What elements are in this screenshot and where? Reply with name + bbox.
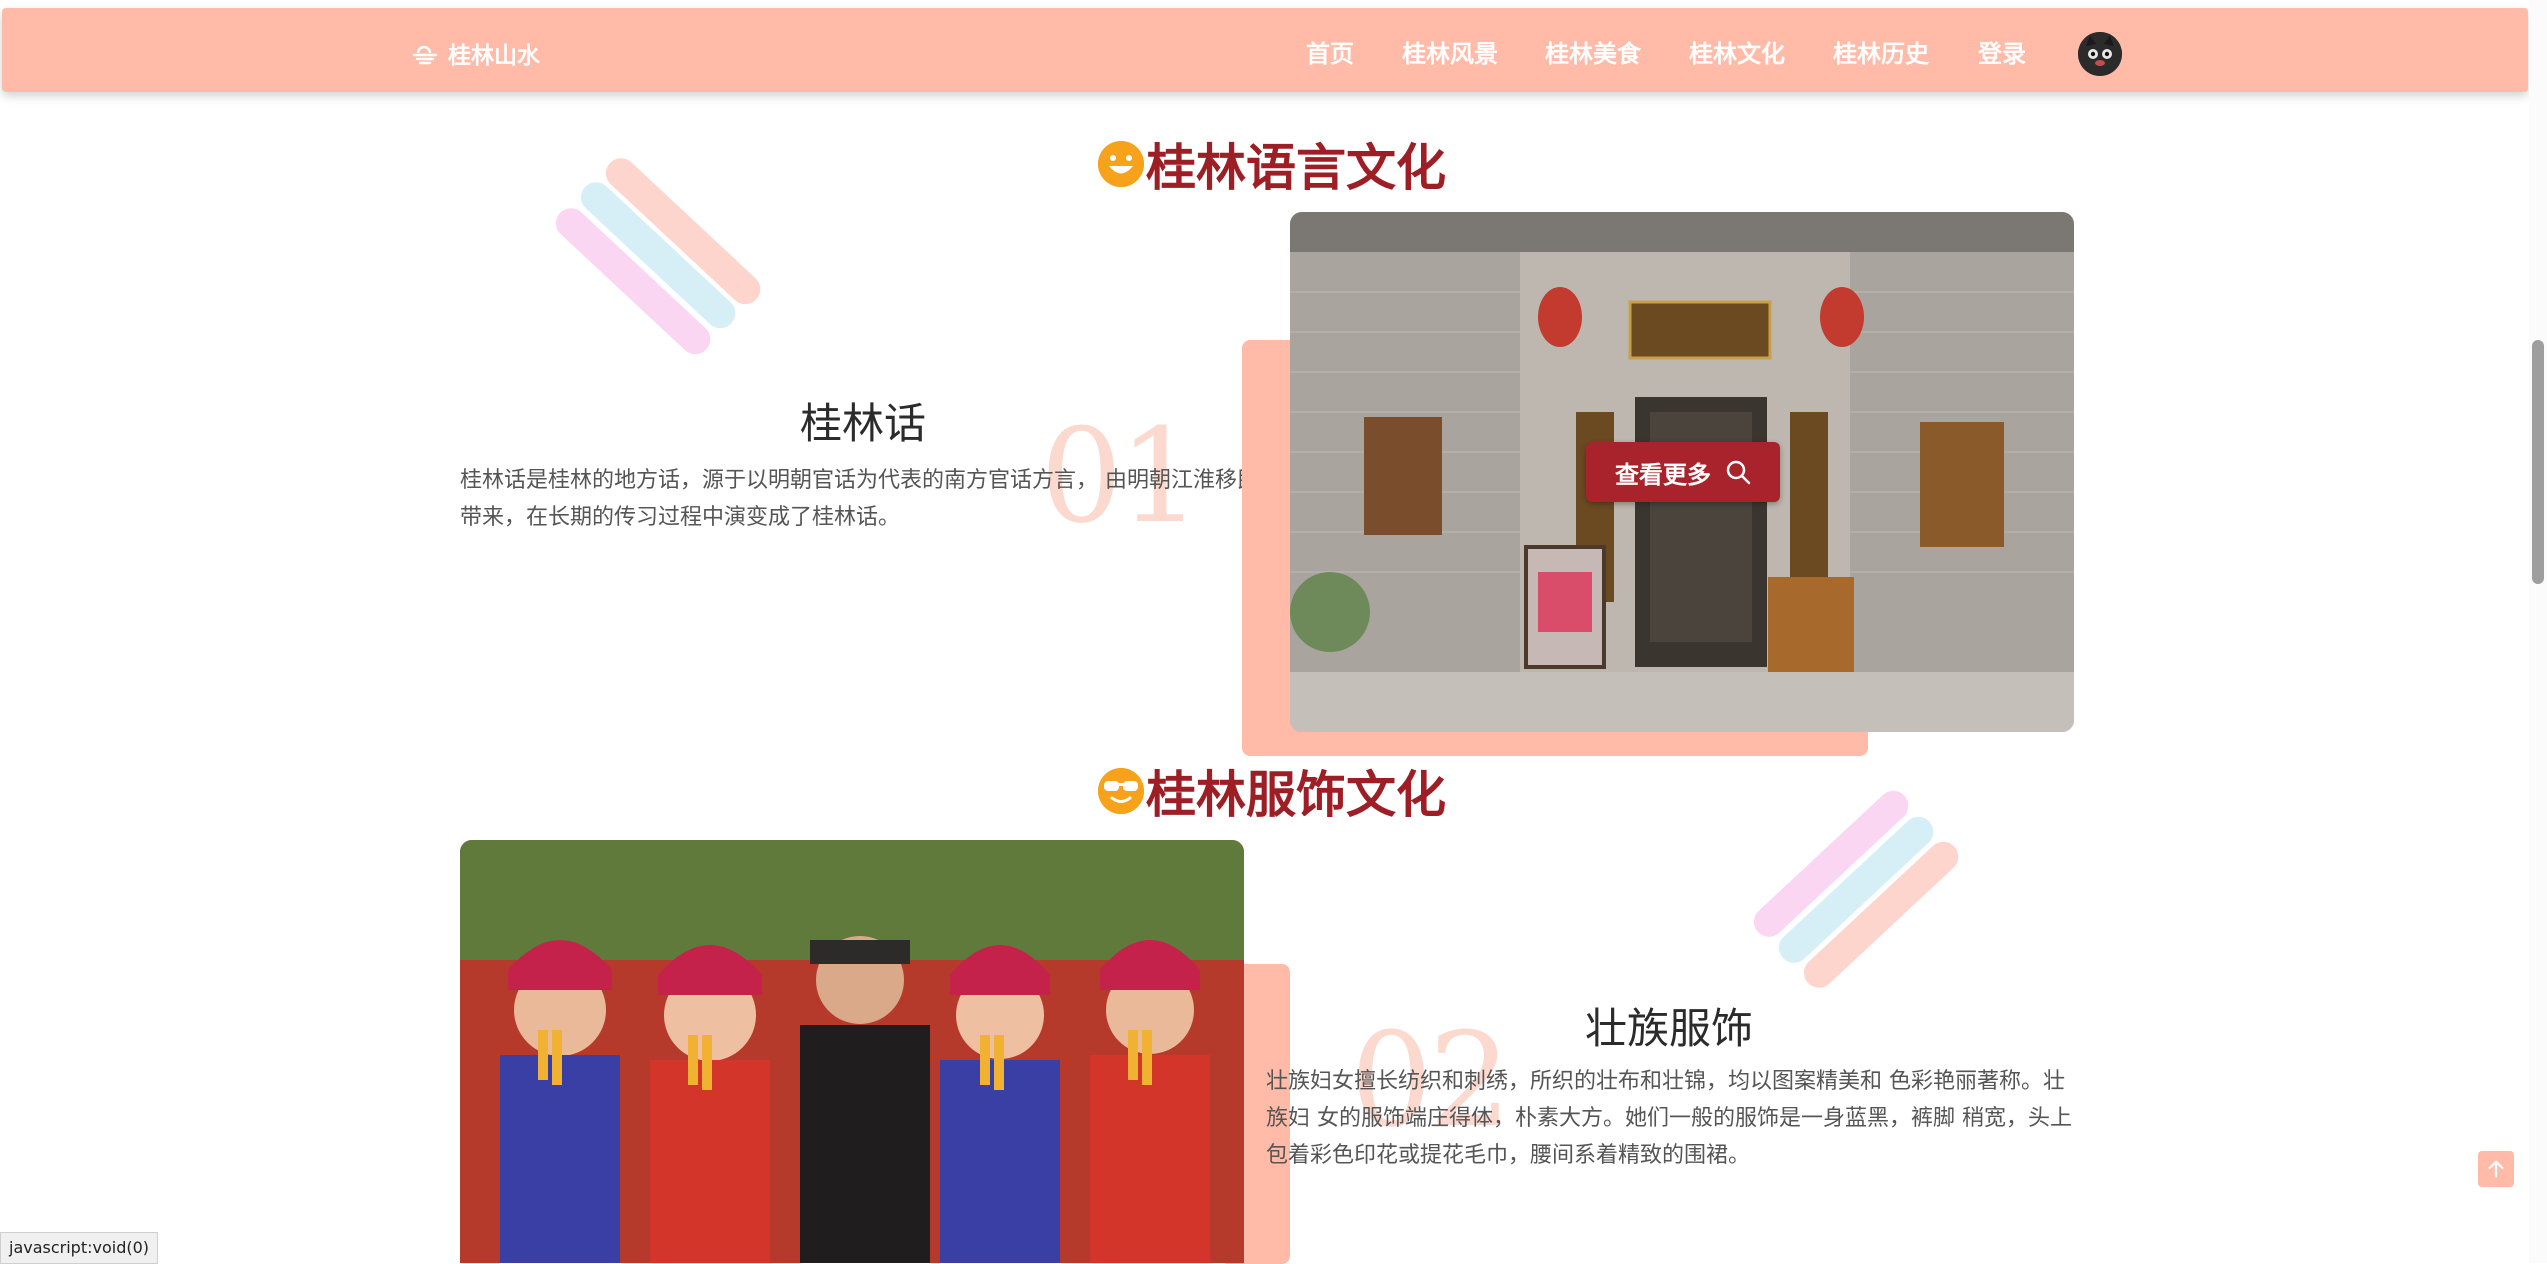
section-title-clothing: 桂林服饰文化 bbox=[1098, 755, 1446, 827]
cloud-sun-icon bbox=[412, 45, 438, 65]
site-logo[interactable]: 桂林山水 bbox=[412, 36, 540, 70]
smiling-face-icon bbox=[1098, 141, 1144, 187]
nav-login[interactable]: 登录 bbox=[1978, 34, 2026, 69]
cat-avatar-icon bbox=[2078, 32, 2122, 76]
view-more-label: 查看更多 bbox=[1615, 460, 1711, 489]
item-heading: 桂林话 bbox=[800, 399, 927, 448]
arrow-up-icon bbox=[2488, 1160, 2504, 1178]
section-title-language: 桂林语言文化 bbox=[1098, 128, 1446, 200]
logo-text: 桂林山水 bbox=[448, 43, 540, 69]
nav-culture[interactable]: 桂林文化 bbox=[1689, 34, 1785, 69]
scrollbar[interactable] bbox=[2529, 0, 2547, 1263]
back-to-top-button[interactable] bbox=[2478, 1151, 2514, 1187]
item-description: 桂林话是桂林的地方话，源于以明朝官话为代表的南方官话方言， 由明朝江淮移民带来，… bbox=[460, 468, 1259, 530]
nav-home[interactable]: 首页 bbox=[1306, 34, 1354, 69]
scrollbar-thumb[interactable] bbox=[2532, 340, 2544, 584]
view-more-button[interactable]: 查看更多 bbox=[1586, 442, 1780, 502]
photo-zhuang-costume bbox=[460, 840, 1244, 1263]
section-title-text: 桂林语言文化 bbox=[1146, 139, 1446, 197]
sunglasses-face-icon bbox=[1098, 768, 1144, 814]
nav-history[interactable]: 桂林历史 bbox=[1833, 34, 1929, 69]
avatar[interactable] bbox=[2078, 32, 2122, 76]
search-icon bbox=[1726, 460, 1751, 485]
section-title-text: 桂林服饰文化 bbox=[1146, 766, 1446, 824]
status-bar-url: javascript:void(0) bbox=[0, 1232, 159, 1264]
item-heading: 壮族服饰 bbox=[1585, 1004, 1754, 1053]
nav-scenery[interactable]: 桂林风景 bbox=[1402, 34, 1498, 69]
nav-food[interactable]: 桂林美食 bbox=[1545, 34, 1641, 69]
top-navbar: 桂林山水 首页 桂林风景 桂林美食 桂林文化 桂林历史 登录 bbox=[2, 8, 2528, 92]
item-description: 壮族妇女擅长纺织和刺绣，所织的壮布和壮锦，均以图案精美和 色彩艳丽著称。壮族妇 … bbox=[1266, 1069, 2072, 1168]
